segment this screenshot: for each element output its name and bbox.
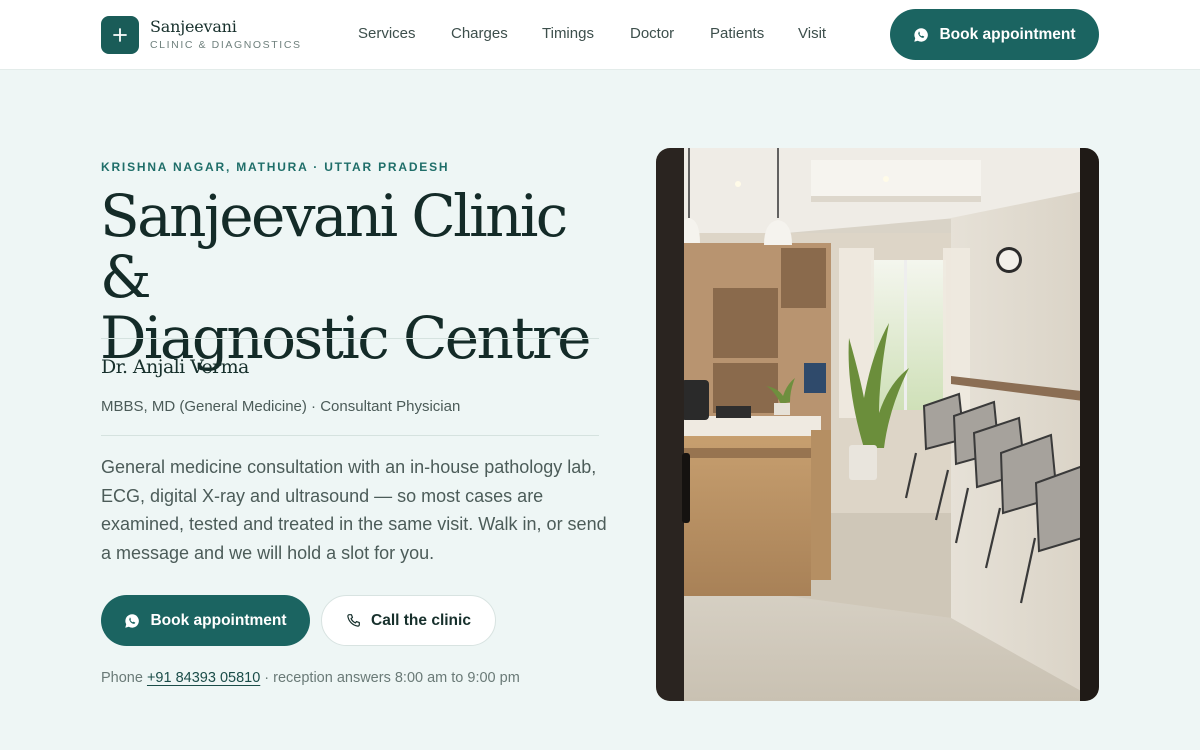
whatsapp-icon [914,27,929,42]
brand-subtitle: CLINIC & DIAGNOSTICS [150,39,302,51]
nav-patients[interactable]: Patients [710,25,764,42]
nav-charges[interactable]: Charges [451,25,508,42]
nav-doctor[interactable]: Doctor [630,25,674,42]
call-clinic-button[interactable]: Call the clinic [321,595,496,646]
location-eyebrow: KRISHNA NAGAR, MATHURA · UTTAR PRADESH [101,160,450,174]
doctor-credentials: MBBS, MD (General Medicine) · Consultant… [101,398,461,415]
phone-number-link[interactable]: +91 84393 05810 [147,670,260,686]
book-appointment-button[interactable]: Book appointment [101,595,310,646]
nav-visit[interactable]: Visit [798,25,826,42]
call-clinic-label: Call the clinic [371,611,471,629]
reception-hours: · reception answers 8:00 am to 9:00 pm [264,670,520,686]
header-book-appointment-label: Book appointment [939,25,1076,43]
page-title: Sanjeevani Clinic & Diagnostic Centre [100,186,630,369]
logo[interactable] [101,16,139,54]
divider [101,435,599,436]
header-book-appointment-button[interactable]: Book appointment [890,9,1099,60]
plus-icon [113,28,127,42]
nav-timings[interactable]: Timings [542,25,594,42]
clinic-interior-photo [656,148,1099,701]
site-header: Sanjeevani CLINIC & DIAGNOSTICS Services… [0,0,1200,70]
phone-prefix: Phone [101,670,143,686]
nav-services[interactable]: Services [358,25,416,42]
book-appointment-label: Book appointment [150,611,287,629]
divider [101,338,599,339]
brand-name: Sanjeevani [150,17,237,36]
doctor-name: Dr. Anjali Verma [101,356,249,378]
clinic-description: General medicine consultation with an in… [101,457,607,564]
phone-icon [347,614,360,627]
phone-info: Phone +91 84393 05810 · reception answer… [101,670,520,686]
whatsapp-icon [125,613,140,628]
title-line-1: Sanjeevani Clinic & [100,182,568,311]
